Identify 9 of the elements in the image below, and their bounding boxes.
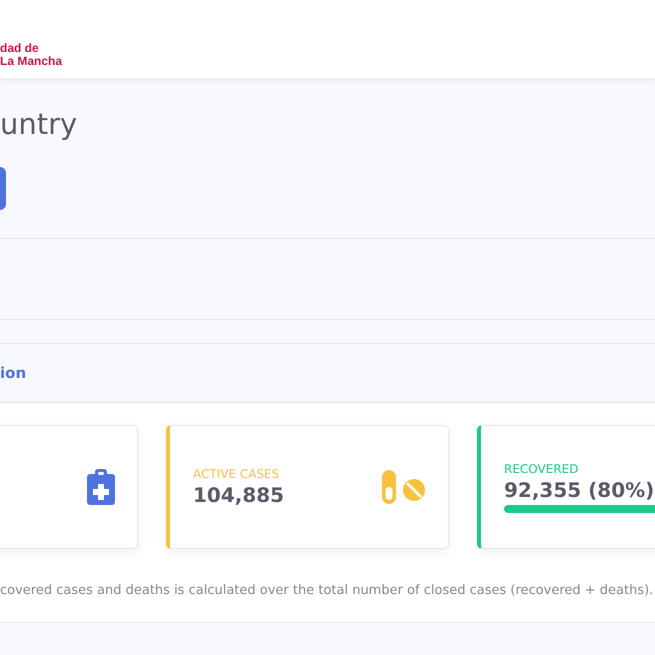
card-value: 92,355 (80%) (504, 477, 654, 503)
logo-text[interactable]: dad de La Mancha (0, 42, 62, 68)
card-label: ACTIVE CASES (193, 466, 280, 482)
page-title: untry (0, 106, 78, 143)
action-button[interactable] (0, 167, 6, 210)
card-value: 104,885 (193, 482, 284, 508)
section-title: ion (0, 364, 26, 382)
card-label: RECOVERED (504, 461, 578, 477)
footnote-text: covered cases and deaths is calculated over the total number of closed cases (recovered + deaths). (0, 583, 654, 598)
